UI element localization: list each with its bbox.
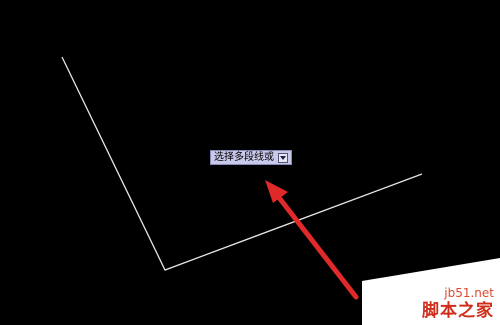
command-prompt-text: 选择多段线或 (214, 152, 274, 163)
dropdown-arrow-icon[interactable] (278, 152, 288, 163)
watermark: jb51.net 脚本之家 (360, 245, 500, 325)
pointer-arrow (265, 180, 359, 300)
command-prompt-tooltip: 选择多段线或 (210, 150, 292, 165)
watermark-name: 脚本之家 (422, 301, 494, 321)
